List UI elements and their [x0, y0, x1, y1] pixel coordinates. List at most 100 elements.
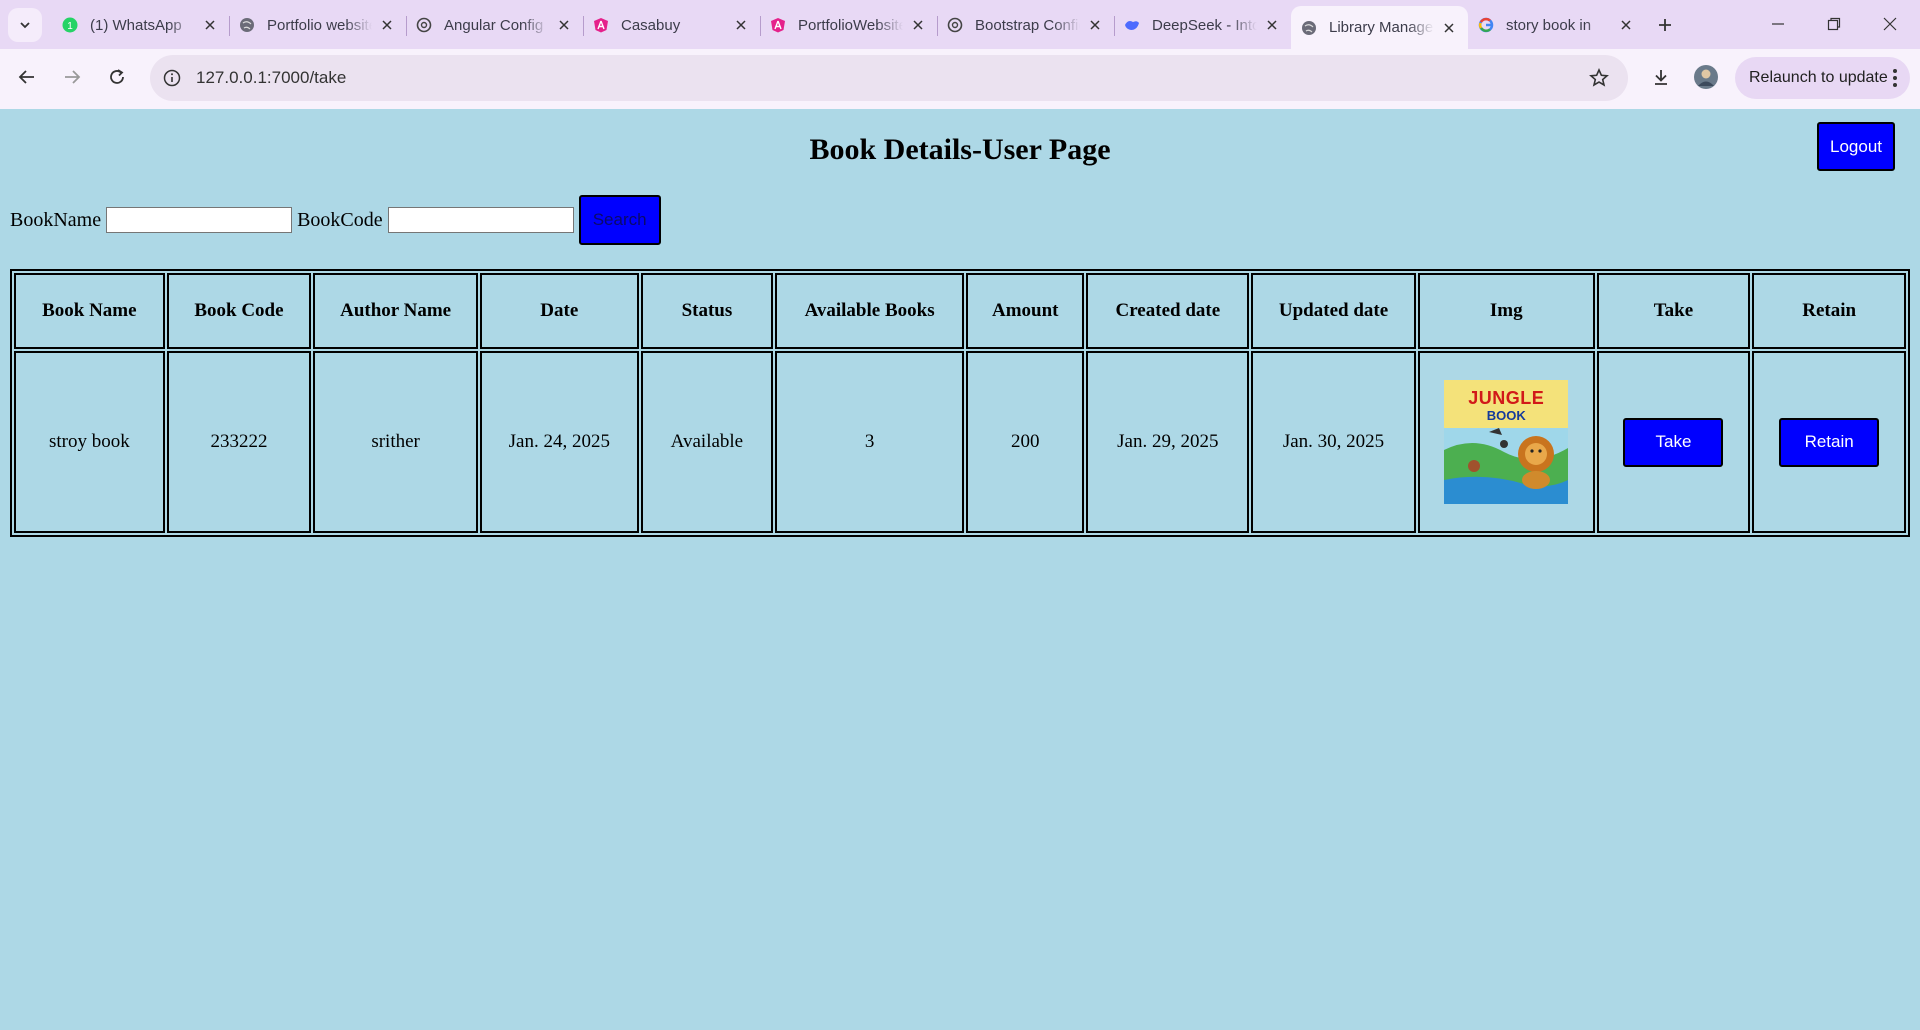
bookname-input[interactable]	[106, 207, 293, 233]
cell-date: Jan. 24, 2025	[479, 351, 639, 533]
minimize-button[interactable]	[1758, 8, 1798, 40]
tab-title: Casabuy	[621, 16, 681, 34]
info-icon[interactable]	[162, 68, 182, 88]
header-status: Status	[640, 273, 774, 349]
close-icon[interactable]	[1263, 16, 1281, 34]
close-icon[interactable]	[732, 16, 750, 34]
header-take: Take	[1596, 273, 1751, 349]
cell-book-name: stroy book	[14, 351, 165, 533]
books-table: Book Name Book Code Author Name Date Sta…	[10, 269, 1910, 537]
cell-updated-date: Jan. 30, 2025	[1251, 351, 1416, 533]
book-cover-image: JUNGLE BOOK	[1444, 380, 1569, 504]
svg-text:1: 1	[67, 21, 73, 32]
google-icon	[1478, 17, 1494, 33]
address-bar[interactable]: 127.0.0.1:7000/take	[150, 55, 1628, 101]
cell-img: JUNGLE BOOK	[1417, 351, 1595, 533]
tab-title: (1) WhatsApp	[90, 16, 182, 34]
tab-title: DeepSeek - Into	[1152, 16, 1257, 34]
tab-title: Angular Config	[444, 16, 544, 34]
tab-whatsapp[interactable]: 1 (1) WhatsApp	[52, 6, 229, 44]
bookname-label: BookName	[10, 208, 102, 231]
arrow-right-icon	[65, 70, 81, 84]
page-content: Book Details-User Page Logout BookName B…	[0, 109, 1920, 1030]
tab-title: story book in	[1506, 16, 1592, 34]
close-icon[interactable]	[909, 16, 927, 34]
browser-toolbar: 127.0.0.1:7000/take Relaunch to update	[0, 49, 1920, 109]
tab-title: PortfolioWebsite	[798, 16, 903, 34]
forward-button[interactable]	[55, 60, 89, 94]
tab-strip: 1 (1) WhatsApp Portfolio website Angular…	[0, 0, 1920, 49]
relaunch-label: Relaunch to update	[1749, 69, 1888, 86]
retain-button[interactable]: Retain	[1779, 417, 1880, 467]
cell-status: Available	[640, 351, 774, 533]
cell-amount: 200	[965, 351, 1085, 533]
url-text: 127.0.0.1:7000/take	[196, 68, 347, 87]
cover-subtitle: BOOK	[1486, 408, 1526, 423]
minimize-icon	[1772, 23, 1784, 25]
openai-icon	[416, 17, 432, 33]
bookcode-input[interactable]	[387, 207, 574, 233]
header-date: Date	[479, 273, 639, 349]
page-title: Book Details-User Page	[809, 133, 1111, 166]
close-icon[interactable]	[201, 16, 219, 34]
cell-retain: Retain	[1752, 351, 1906, 533]
tab-casabuy[interactable]: Casabuy	[583, 6, 760, 44]
close-icon[interactable]	[1440, 19, 1458, 37]
tab-angular-config[interactable]: Angular Config	[406, 6, 583, 44]
tab-portfoliowebsite[interactable]: PortfolioWebsite	[760, 6, 937, 44]
header-book-name: Book Name	[14, 273, 165, 349]
angular-icon	[593, 17, 609, 33]
globe-icon	[1301, 20, 1317, 36]
tab-search-button[interactable]	[8, 8, 42, 42]
search-button[interactable]: Search	[578, 195, 661, 245]
cell-author-name: srither	[313, 351, 478, 533]
header-book-code: Book Code	[166, 273, 312, 349]
bookcode-label: BookCode	[297, 208, 383, 231]
close-icon[interactable]	[1086, 16, 1104, 34]
downloads-button[interactable]	[1644, 60, 1678, 94]
close-icon[interactable]	[378, 16, 396, 34]
browser-chrome: 1 (1) WhatsApp Portfolio website Angular…	[0, 0, 1920, 109]
restore-icon	[1827, 17, 1841, 31]
bookmark-star-icon[interactable]	[1588, 67, 1610, 89]
tab-bootstrap-config[interactable]: Bootstrap Config	[937, 6, 1114, 44]
header-available-books: Available Books	[775, 273, 964, 349]
new-tab-button[interactable]	[1652, 12, 1678, 38]
cell-available-books: 3	[775, 351, 964, 533]
relaunch-button[interactable]: Relaunch to update	[1735, 57, 1910, 99]
angular-icon	[770, 17, 786, 33]
reload-button[interactable]	[100, 60, 134, 94]
download-icon	[1655, 70, 1667, 85]
more-vertical-icon	[1893, 69, 1897, 87]
logout-button[interactable]: Logout	[1817, 122, 1895, 171]
restore-button[interactable]	[1814, 8, 1854, 40]
close-icon[interactable]	[555, 16, 573, 34]
close-window-button[interactable]	[1870, 8, 1910, 40]
take-button[interactable]: Take	[1623, 417, 1724, 467]
header-updated-date: Updated date	[1251, 273, 1416, 349]
chevron-down-icon	[20, 22, 30, 29]
profile-avatar[interactable]	[1689, 60, 1723, 94]
tab-portfolio-web[interactable]: Portfolio website	[229, 6, 406, 44]
cell-created-date: Jan. 29, 2025	[1086, 351, 1250, 533]
plus-icon	[1659, 19, 1671, 31]
tab-title: Bootstrap Config	[975, 16, 1080, 34]
header-amount: Amount	[965, 273, 1085, 349]
whatsapp-icon: 1	[62, 17, 78, 33]
tab-list: 1 (1) WhatsApp Portfolio website Angular…	[52, 6, 1645, 49]
cell-book-code: 233222	[166, 351, 312, 533]
tab-story-book[interactable]: story book in	[1468, 6, 1645, 44]
tab-title: Library Manager	[1329, 19, 1434, 36]
back-button[interactable]	[10, 60, 44, 94]
close-icon[interactable]	[1617, 16, 1635, 34]
header-author-name: Author Name	[313, 273, 478, 349]
tab-library-manager[interactable]: Library Manager	[1291, 6, 1468, 49]
deepseek-icon	[1124, 17, 1140, 33]
table-header-row: Book Name Book Code Author Name Date Sta…	[14, 273, 1906, 349]
search-form: BookName BookCode Search	[10, 195, 661, 245]
tab-deepseek[interactable]: DeepSeek - Into	[1114, 6, 1291, 44]
header-created-date: Created date	[1086, 273, 1250, 349]
openai-icon	[947, 17, 963, 33]
arrow-left-icon	[18, 70, 34, 84]
table-row: stroy book 233222 srither Jan. 24, 2025 …	[14, 351, 1906, 533]
